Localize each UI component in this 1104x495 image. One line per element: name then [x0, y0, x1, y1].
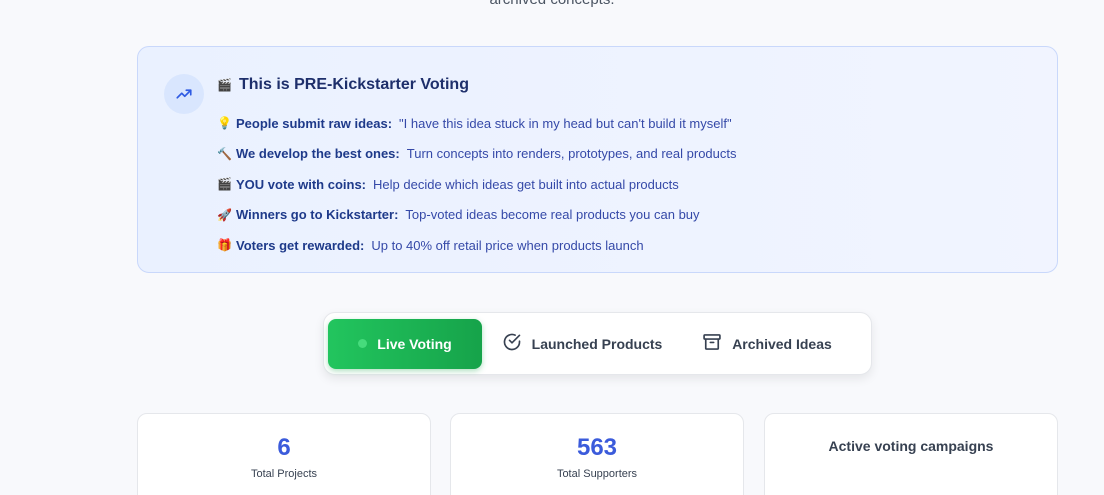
info-item-bold: People submit raw ideas: — [236, 115, 393, 131]
gift-icon: 🎁 — [217, 238, 232, 253]
info-item-desc: Up to 40% off retail price when products… — [371, 237, 644, 253]
info-item-rewarded: 🎁 Voters get rewarded: Up to 40% off ret… — [217, 230, 737, 261]
stat-card-supporters: 563 Total Supporters — [450, 413, 744, 495]
tab-launched-products-label: Launched Products — [531, 335, 663, 352]
lightbulb-icon: 💡 — [217, 116, 232, 131]
info-item-develop: 🔨 We develop the best ones: Turn concept… — [217, 139, 737, 170]
info-item-kickstarter: 🚀 Winners go to Kickstarter: Top-voted i… — [217, 200, 737, 231]
stat-card-active-campaigns: Active voting campaigns — [764, 413, 1058, 495]
tab-live-voting[interactable]: Live Voting — [328, 318, 482, 369]
stat-value: 6 — [277, 434, 291, 461]
info-item-submit: 💡 People submit raw ideas: "I have this … — [217, 108, 737, 139]
stat-heading: Active voting campaigns — [828, 438, 994, 454]
view-tabs: Live Voting Launched Products Archived I… — [323, 312, 872, 375]
tab-archived-ideas-label: Archived Ideas — [732, 335, 832, 352]
tab-archived-ideas[interactable]: Archived Ideas — [682, 319, 852, 369]
tab-live-voting-label: Live Voting — [377, 335, 452, 352]
info-item-desc: Turn concepts into renders, prototypes, … — [406, 146, 737, 162]
hammer-icon: 🔨 — [217, 146, 232, 161]
info-item-bold: We develop the best ones: — [236, 146, 400, 162]
stat-label: Total Supporters — [556, 468, 638, 480]
section-subtitle-cut: archived concepts. — [0, 0, 1104, 8]
pre-kickstarter-info-card: 🎬 This is PRE-Kickstarter Voting 💡 Peopl… — [137, 46, 1058, 273]
info-item-bold: Winners go to Kickstarter: — [236, 207, 399, 223]
info-title: 🎬 This is PRE-Kickstarter Voting — [217, 76, 469, 94]
stat-label: Total Projects — [250, 468, 318, 480]
info-item-bold: YOU vote with coins: — [236, 176, 367, 192]
trending-up-icon — [164, 74, 204, 114]
clapper-icon: 🎬 — [217, 177, 232, 192]
rocket-icon: 🚀 — [217, 207, 232, 222]
info-title-text: This is PRE-Kickstarter Voting — [239, 76, 469, 93]
tab-launched-products[interactable]: Launched Products — [482, 319, 682, 369]
info-item-vote: 🎬 YOU vote with coins: Help decide which… — [217, 169, 737, 200]
info-list: 💡 People submit raw ideas: "I have this … — [217, 108, 737, 261]
stat-value: 563 — [576, 434, 618, 461]
info-item-desc: "I have this idea stuck in my head but c… — [399, 115, 732, 131]
stat-card-projects: 6 Total Projects — [137, 413, 431, 495]
info-item-desc: Help decide which ideas get built into a… — [373, 176, 679, 192]
archive-box-icon — [702, 332, 722, 355]
info-item-bold: Voters get rewarded: — [236, 237, 365, 253]
live-dot-icon — [358, 339, 368, 348]
info-item-desc: Top-voted ideas become real products you… — [405, 207, 700, 223]
check-circle-icon — [502, 332, 522, 355]
clapper-board-icon: 🎬 — [217, 78, 232, 92]
